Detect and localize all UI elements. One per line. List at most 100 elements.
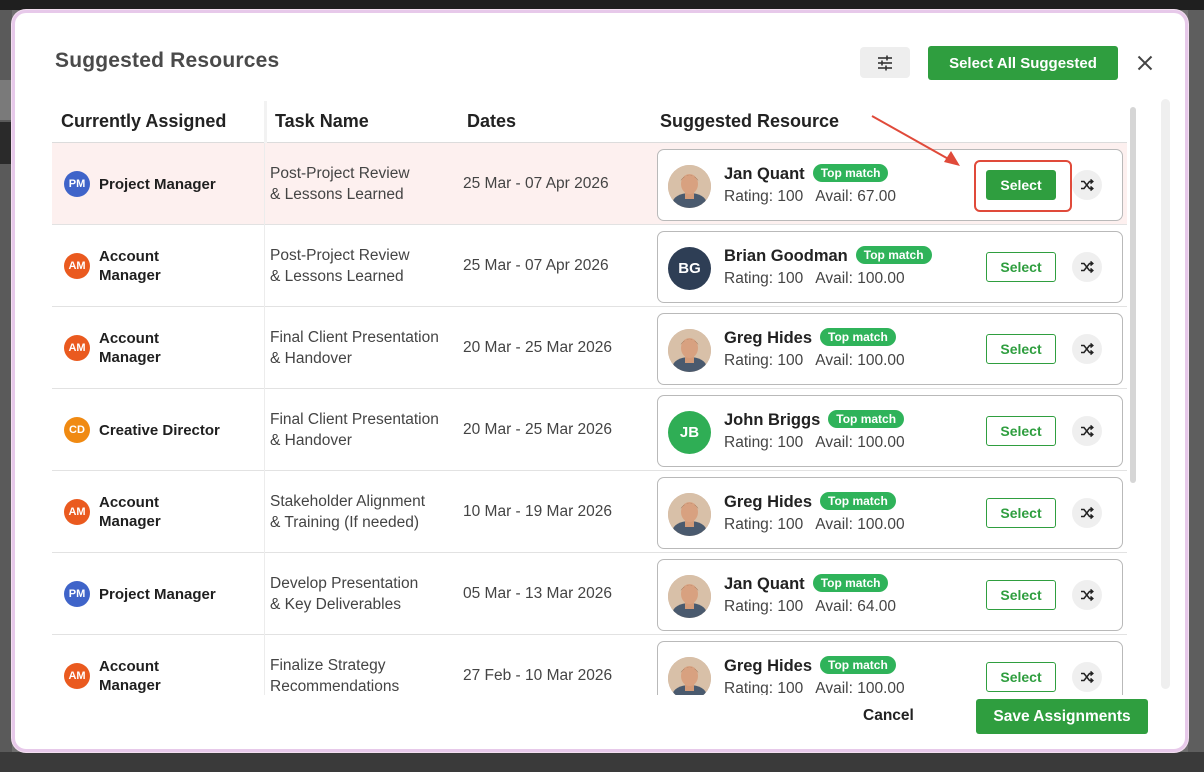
resource-avatar: BG	[668, 247, 711, 290]
resource-rating: Rating: 100	[724, 352, 804, 369]
table-scrollbar[interactable]	[1130, 107, 1136, 483]
shuffle-icon	[1081, 670, 1094, 684]
modal-scrollbar[interactable]	[1161, 99, 1170, 689]
table-row: CD Creative Director Final Client Presen…	[52, 389, 1127, 471]
role-badge: CD	[64, 417, 90, 443]
top-match-badge: Top match	[812, 164, 889, 182]
resource-availability: Avail: 67.00	[815, 188, 896, 205]
resource-name: Brian Goodman Top match	[724, 246, 932, 266]
role-badge: PM	[64, 171, 90, 197]
background-topbar	[0, 0, 1204, 10]
header-currently-assigned: Currently Assigned	[61, 111, 227, 131]
select-resource-button[interactable]: Select	[986, 662, 1056, 692]
resource-rating: Rating: 100	[724, 516, 804, 533]
background-right-strip	[1188, 10, 1204, 772]
assigned-role-label: Project Manager	[99, 585, 216, 603]
assigned-role-label: Account Manager	[99, 494, 161, 530]
suggested-resource-card: Greg Hides Top match Rating: 100 Avail: 10…	[657, 313, 1123, 385]
resource-avatar-photo	[668, 657, 711, 695]
table-row: AM Account Manager Stakeholder Alignment &…	[52, 471, 1127, 553]
close-icon	[1137, 55, 1153, 71]
resource-name: Greg Hides Top match	[724, 656, 896, 676]
dates-cell: 05 Mar - 13 Mar 2026	[463, 585, 613, 602]
top-match-badge: Top match	[820, 328, 896, 346]
background-left-strip	[0, 10, 12, 772]
dates-cell: 25 Mar - 07 Apr 2026	[463, 257, 609, 274]
suggested-resource-card: Jan Quant Top match Rating: 100 Avail: 67.…	[657, 149, 1123, 221]
currently-assigned-cell: PM Project Manager	[64, 143, 239, 225]
assigned-role-label: Account Manager	[99, 658, 161, 694]
shuffle-resource-button[interactable]	[1072, 416, 1102, 446]
shuffle-resource-button[interactable]	[1072, 170, 1102, 200]
save-assignments-button[interactable]: Save Assignments	[976, 699, 1148, 734]
table-row: PM Project Manager Develop Presentation &…	[52, 553, 1127, 635]
select-resource-button[interactable]: Select	[986, 580, 1056, 610]
shuffle-icon	[1081, 588, 1094, 602]
resource-meta: Rating: 100 Avail: 100.00	[724, 680, 905, 695]
close-button[interactable]	[1133, 51, 1157, 75]
top-match-badge: Top match	[855, 246, 932, 264]
shuffle-resource-button[interactable]	[1072, 334, 1102, 364]
assigned-role-label: Account Manager	[99, 330, 161, 366]
task-name-cell: Post-Project Review & Lessons Learned	[270, 247, 410, 285]
cancel-button[interactable]: Cancel	[863, 707, 914, 725]
header-task-name: Task Name	[275, 111, 369, 131]
resources-table: Currently Assigned Task Name Dates Sugge…	[52, 101, 1127, 695]
table-row: PM Project Manager Post-Project Review & …	[52, 143, 1127, 225]
top-match-badge: Top match	[820, 492, 896, 510]
resource-avatar: JB	[668, 411, 711, 454]
top-match-badge: Top match	[812, 574, 889, 592]
dates-cell: 20 Mar - 25 Mar 2026	[463, 421, 613, 438]
assigned-role-label: Account Manager	[99, 248, 161, 284]
task-name-cell: Stakeholder Alignment & Training (If need…	[270, 493, 426, 531]
shuffle-icon	[1081, 342, 1094, 356]
select-resource-button[interactable]: Select	[986, 416, 1056, 446]
dates-cell: 25 Mar - 07 Apr 2026	[463, 175, 609, 192]
shuffle-resource-button[interactable]	[1072, 498, 1102, 528]
currently-assigned-cell: AM Account Manager	[64, 635, 239, 695]
resource-meta: Rating: 100 Avail: 100.00	[724, 352, 905, 370]
select-all-suggested-button[interactable]: Select All Suggested	[928, 46, 1118, 80]
resource-availability: Avail: 100.00	[815, 680, 905, 695]
header-suggested-resource: Suggested Resource	[660, 111, 840, 131]
resource-rating: Rating: 100	[724, 598, 804, 615]
shuffle-resource-button[interactable]	[1072, 662, 1102, 692]
resource-rating: Rating: 100	[724, 270, 804, 287]
resource-availability: Avail: 64.00	[815, 598, 896, 615]
resource-name: Jan Quant Top match	[724, 164, 889, 184]
select-resource-button[interactable]: Select	[986, 252, 1056, 282]
resource-meta: Rating: 100 Avail: 100.00	[724, 270, 905, 288]
role-badge: AM	[64, 663, 90, 689]
shuffle-icon	[1081, 260, 1094, 274]
resource-avatar-photo	[668, 493, 711, 536]
select-resource-button[interactable]: Select	[986, 498, 1056, 528]
resource-avatar-photo	[668, 575, 711, 618]
modal-title: Suggested Resources	[55, 49, 280, 72]
role-badge: PM	[64, 581, 90, 607]
select-resource-button[interactable]: Select	[986, 170, 1056, 200]
shuffle-resource-button[interactable]	[1072, 252, 1102, 282]
task-name-cell: Final Client Presentation & Handover	[270, 411, 439, 449]
shuffle-icon	[1081, 506, 1094, 520]
currently-assigned-cell: PM Project Manager	[64, 553, 239, 635]
dates-cell: 20 Mar - 25 Mar 2026	[463, 339, 613, 356]
resource-rating: Rating: 100	[724, 188, 804, 205]
resource-rating: Rating: 100	[724, 434, 804, 451]
background-bottom-strip	[0, 752, 1204, 772]
select-resource-button[interactable]: Select	[986, 334, 1056, 364]
table-row: AM Account Manager Finalize Strategy Recom…	[52, 635, 1127, 695]
resource-name: John Briggs Top match	[724, 410, 905, 430]
role-badge: AM	[64, 499, 90, 525]
filter-settings-button[interactable]	[860, 47, 910, 78]
resource-meta: Rating: 100 Avail: 100.00	[724, 434, 905, 452]
shuffle-icon	[1081, 424, 1094, 438]
resource-name: Greg Hides Top match	[724, 492, 896, 512]
task-name-cell: Post-Project Review & Lessons Learned	[270, 165, 410, 203]
resource-avatar-photo	[668, 329, 711, 372]
shuffle-icon	[1081, 178, 1094, 192]
task-name-cell: Final Client Presentation & Handover	[270, 329, 439, 367]
shuffle-resource-button[interactable]	[1072, 580, 1102, 610]
resource-name: Greg Hides Top match	[724, 328, 896, 348]
table-row: AM Account Manager Final Client Presentat…	[52, 307, 1127, 389]
top-match-badge: Top match	[828, 410, 905, 428]
